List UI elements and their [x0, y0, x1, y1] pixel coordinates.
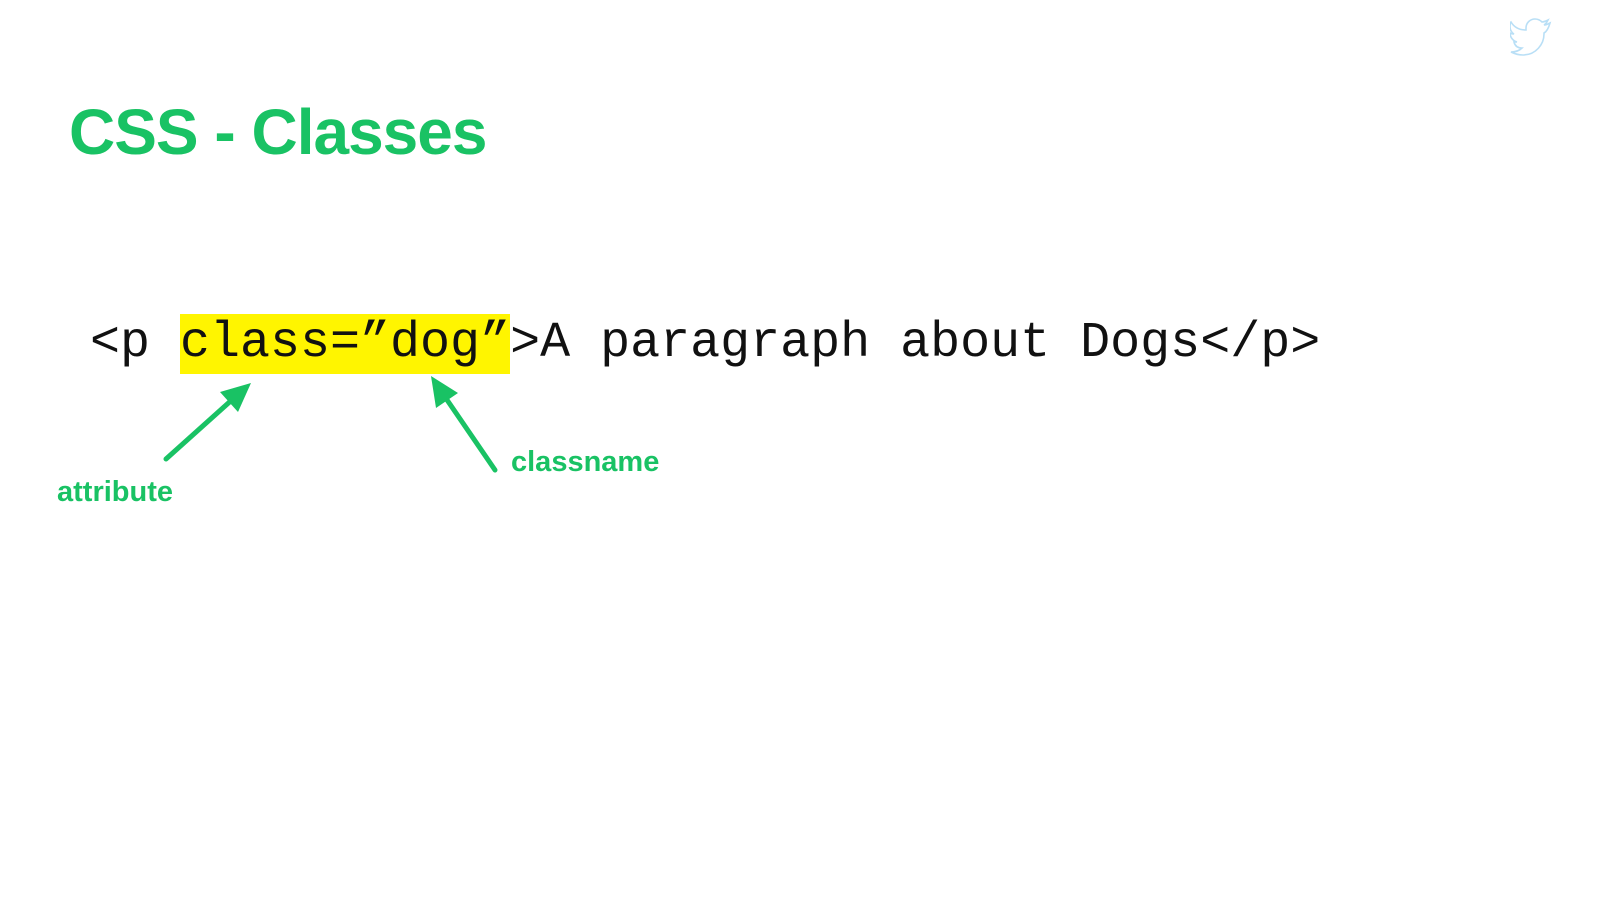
attribute-label: attribute [57, 476, 173, 508]
code-open-tag: <p [90, 315, 181, 372]
attribute-arrow-icon [163, 383, 251, 462]
slide-title: CSS - Classes [69, 96, 487, 168]
slide: CSS - Classes <p class=”dog”>A paragraph… [0, 0, 1600, 900]
classname-arrow-icon [431, 376, 498, 473]
twitter-bird-icon [1510, 18, 1552, 56]
code-highlighted-attribute: class=”dog” [180, 314, 511, 374]
code-example: <p class=”dog”>A paragraph about Dogs</p… [90, 314, 1320, 374]
classname-label: classname [511, 446, 660, 478]
code-rest: >A paragraph about Dogs</p> [510, 315, 1321, 372]
